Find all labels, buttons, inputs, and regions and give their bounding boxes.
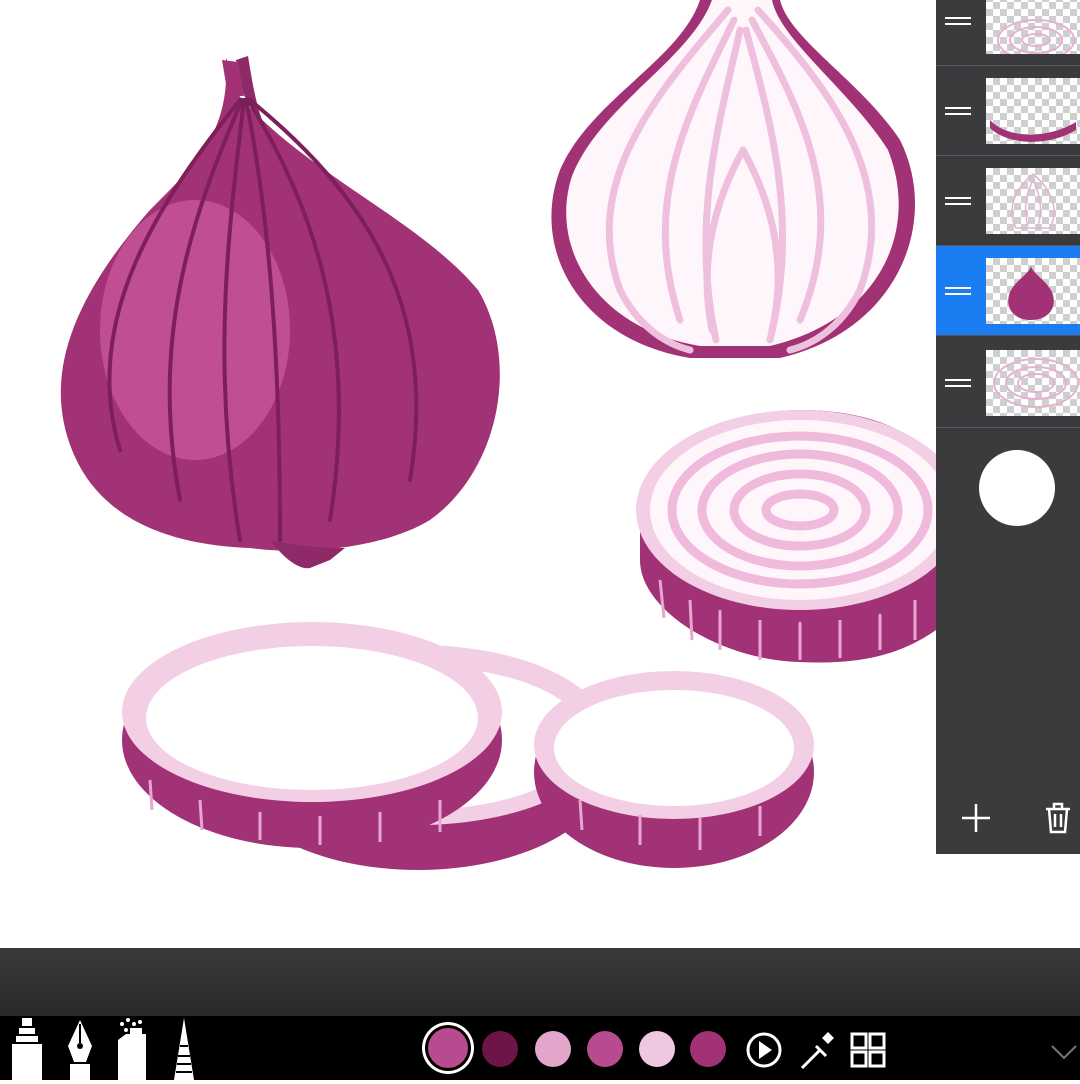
color-swatch-5[interactable] <box>639 1031 675 1067</box>
layer-thumbnail <box>986 350 1080 416</box>
layers-panel <box>936 0 1080 854</box>
play-button[interactable] <box>744 1016 784 1080</box>
layer-thumbnail <box>986 168 1080 234</box>
pen-nib-icon <box>68 1020 92 1080</box>
drag-handle-icon[interactable] <box>945 106 971 116</box>
marker-tool[interactable] <box>8 1016 48 1080</box>
layer-thumbnail <box>986 78 1080 144</box>
onion-rings-illustration <box>122 622 814 870</box>
drag-handle-icon[interactable] <box>945 378 971 388</box>
eyedropper-button[interactable] <box>796 1016 836 1080</box>
eyedropper-icon <box>800 1032 834 1070</box>
layer-row-selected[interactable] <box>936 246 1080 336</box>
plus-icon <box>962 804 990 832</box>
layer-thumbnail <box>986 0 1080 54</box>
trash-icon <box>1046 802 1070 834</box>
layer-row[interactable] <box>936 0 1080 66</box>
layout-grid-button[interactable] <box>848 1016 888 1080</box>
add-layer-button[interactable] <box>958 800 994 836</box>
grid-icon <box>850 1032 886 1068</box>
color-swatch-6[interactable] <box>690 1031 726 1067</box>
pencil-icon <box>174 1018 194 1080</box>
current-color-swatch[interactable] <box>979 450 1055 526</box>
drag-handle-icon[interactable] <box>945 286 971 296</box>
drag-handle-icon[interactable] <box>945 196 971 206</box>
spray-tool[interactable] <box>112 1016 152 1080</box>
collapse-toolbar-button[interactable] <box>1044 1016 1080 1080</box>
play-icon <box>746 1032 782 1068</box>
layer-row[interactable] <box>936 156 1080 246</box>
spray-can-icon <box>118 1018 146 1080</box>
pen-tool[interactable] <box>60 1016 100 1080</box>
color-swatch-4[interactable] <box>587 1031 623 1067</box>
marker-icon <box>12 1018 42 1080</box>
color-swatch-1[interactable] <box>428 1028 468 1068</box>
chevron-down-icon <box>1051 1045 1077 1060</box>
half-onion-illustration <box>551 0 915 358</box>
layer-thumbnail <box>986 258 1080 324</box>
color-swatch-3[interactable] <box>535 1031 571 1067</box>
color-swatch-2[interactable] <box>482 1031 518 1067</box>
onion-slice-illustration <box>636 410 936 663</box>
pencil-tool[interactable] <box>164 1016 204 1080</box>
drawing-canvas[interactable] <box>0 0 1080 948</box>
layer-row[interactable] <box>936 338 1080 428</box>
status-bar <box>0 948 1080 1016</box>
delete-layer-button[interactable] <box>1042 800 1074 836</box>
layer-row[interactable] <box>936 66 1080 156</box>
artwork <box>60 0 936 870</box>
whole-onion-illustration <box>60 56 500 569</box>
drag-handle-icon[interactable] <box>945 16 971 26</box>
